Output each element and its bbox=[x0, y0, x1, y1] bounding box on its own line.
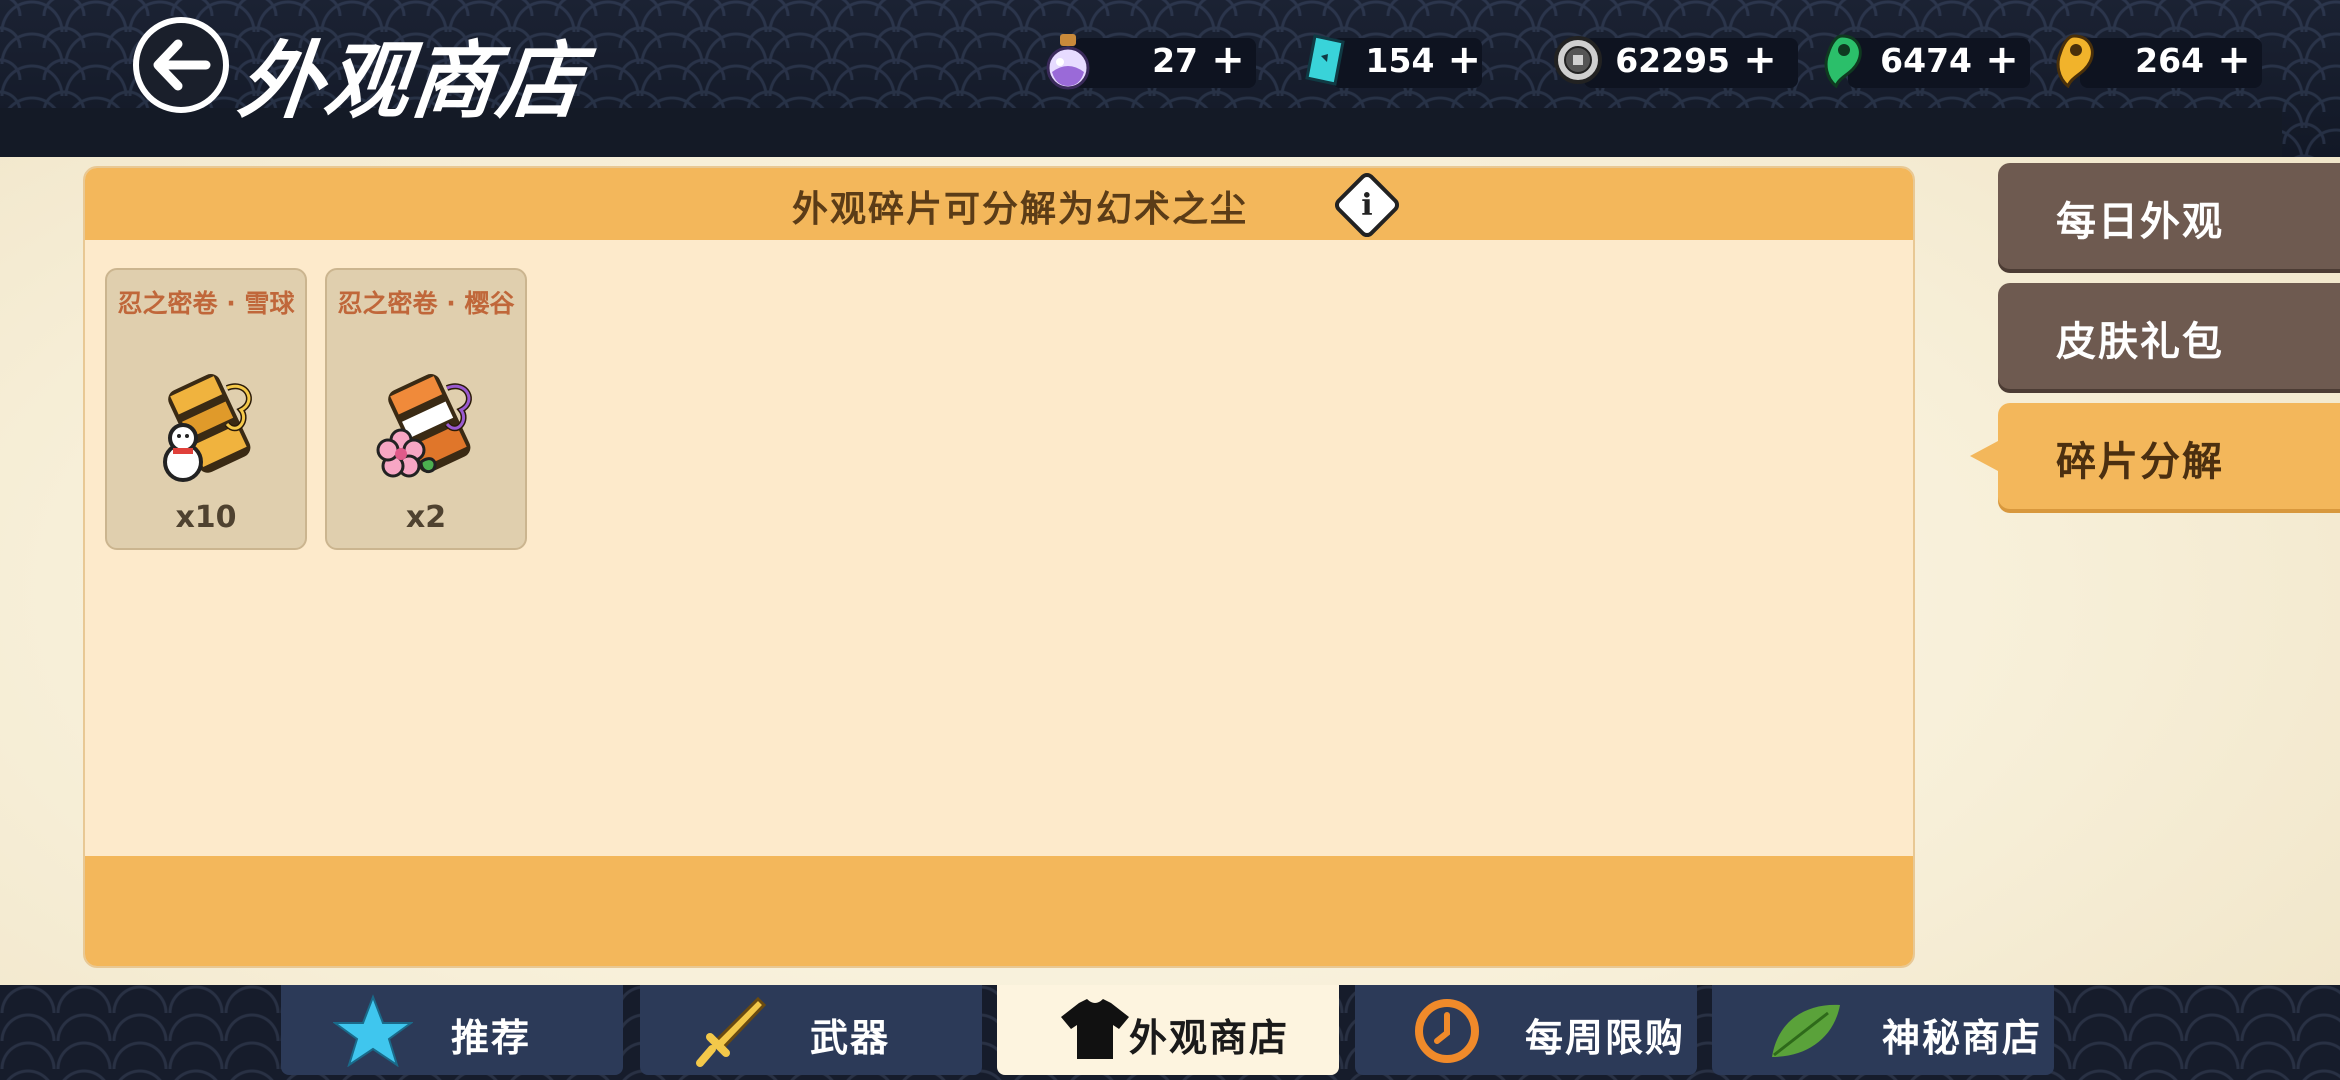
bottom-nav: 推荐 武器 外观商店 每周限购 神秘商店 bbox=[0, 985, 2340, 1080]
side-tab-label: 皮肤礼包 bbox=[2056, 319, 2224, 365]
fragment-name: 忍之密卷 · 雪球 bbox=[117, 289, 295, 318]
side-tab-label: 碎片分解 bbox=[2056, 439, 2224, 485]
side-tab-skin-pack[interactable]: 皮肤礼包 bbox=[1998, 283, 2340, 389]
back-arrow-icon bbox=[153, 39, 211, 91]
currency-green-magatama: 6474 + bbox=[1812, 30, 2030, 90]
side-tab-label: 每日外观 bbox=[2056, 199, 2224, 245]
nav-tab-label: 武器 bbox=[810, 1016, 891, 1060]
currency-ticket: 154 + bbox=[1296, 30, 1482, 90]
clock-icon bbox=[1415, 999, 1479, 1063]
fragment-card[interactable]: 忍之密卷 · 樱谷 x2 bbox=[325, 268, 527, 550]
green-magatama-icon bbox=[1812, 30, 1872, 90]
leaf-icon bbox=[1772, 1004, 1840, 1057]
nav-tab-recommend[interactable]: 推荐 bbox=[281, 985, 623, 1075]
side-tab-daily[interactable]: 每日外观 bbox=[1998, 163, 2340, 269]
nav-tab-mystery-shop[interactable]: 神秘商店 bbox=[1712, 985, 2054, 1075]
currency-potion: 27 + bbox=[1038, 30, 1256, 90]
nav-tab-label: 外观商店 bbox=[1129, 1016, 1290, 1060]
add-potion-button[interactable]: + bbox=[1210, 40, 1246, 80]
shirt-icon bbox=[1061, 999, 1129, 1059]
nav-tab-label: 推荐 bbox=[451, 1016, 532, 1060]
fragment-name: 忍之密卷 · 樱谷 bbox=[337, 289, 515, 318]
star-icon bbox=[333, 994, 413, 1067]
top-bar: 外观商店 27 + 154 + 62295 + 6474 + 264 + bbox=[0, 0, 2340, 157]
currency-value: 154 bbox=[1365, 40, 1435, 80]
currency-gold-magatama: 264 + bbox=[2044, 30, 2262, 90]
add-gold-magatama-button[interactable]: + bbox=[2216, 40, 2252, 80]
currency-value: 62295 bbox=[1615, 40, 1730, 80]
panel-header: 外观碎片可分解为幻术之尘 i bbox=[85, 168, 1913, 241]
potion-icon bbox=[1038, 30, 1098, 90]
fragment-quantity: x10 bbox=[175, 500, 237, 535]
fragment-quantity: x2 bbox=[405, 500, 447, 535]
coin-icon bbox=[1548, 30, 1608, 90]
nav-tab-label: 神秘商店 bbox=[1882, 1016, 2043, 1060]
back-button[interactable] bbox=[133, 17, 229, 113]
add-ticket-button[interactable]: + bbox=[1446, 40, 1482, 80]
ticket-icon bbox=[1296, 30, 1355, 90]
info-icon: i bbox=[1361, 187, 1373, 223]
fragment-card[interactable]: 忍之密卷 · 雪球 x10 bbox=[105, 268, 307, 550]
sakura-scroll-icon bbox=[376, 374, 472, 478]
panel-title: 外观碎片可分解为幻术之尘 bbox=[791, 189, 1248, 230]
nav-tab-label: 每周限购 bbox=[1525, 1016, 1686, 1060]
active-pointer bbox=[1970, 441, 1998, 471]
currency-value: 6474 bbox=[1880, 40, 1972, 80]
add-green-magatama-button[interactable]: + bbox=[1984, 40, 2020, 80]
add-coin-button[interactable]: + bbox=[1742, 40, 1778, 80]
page-title: 外观商店 bbox=[234, 31, 589, 130]
currency-value: 264 bbox=[2135, 40, 2204, 80]
panel-footer bbox=[85, 856, 1913, 966]
nav-tab-weekly[interactable]: 每周限购 bbox=[1355, 985, 1697, 1075]
snowball-scroll-icon bbox=[163, 374, 252, 482]
decompose-panel: 外观碎片可分解为幻术之尘 i 忍之密卷 · 雪球 x10 忍之密卷 · 樱谷 x… bbox=[83, 166, 1915, 968]
nav-tab-appearance-shop[interactable]: 外观商店 bbox=[997, 985, 1339, 1075]
side-tab-decompose[interactable]: 碎片分解 bbox=[1970, 403, 2340, 509]
gold-magatama-icon bbox=[2044, 30, 2104, 90]
sword-icon bbox=[696, 996, 767, 1067]
currency-value: 27 bbox=[1152, 40, 1198, 80]
currency-coin: 62295 + bbox=[1548, 30, 1798, 90]
nav-tab-weapons[interactable]: 武器 bbox=[640, 985, 982, 1075]
